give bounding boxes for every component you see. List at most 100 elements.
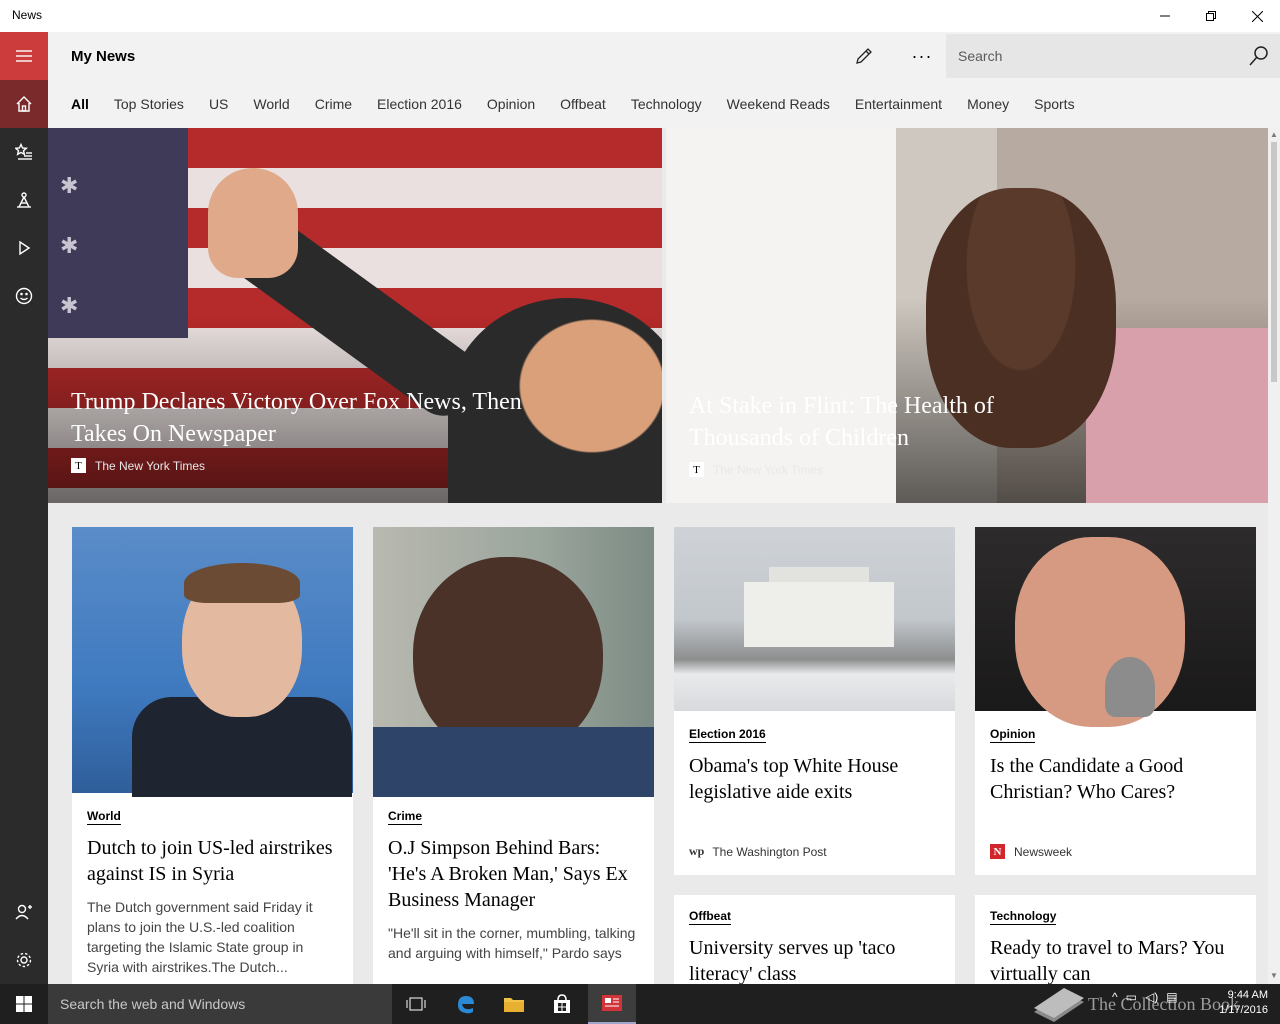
tab-opinion[interactable]: Opinion	[487, 96, 535, 112]
hamburger-icon	[16, 50, 32, 62]
tab-sports[interactable]: Sports	[1034, 96, 1074, 112]
story-image	[373, 527, 654, 797]
page-title: My News	[71, 48, 136, 65]
hero-source: T The New York Times	[689, 462, 1069, 477]
vertical-scrollbar[interactable]: ▲ ▼	[1268, 128, 1280, 984]
story-title: Ready to travel to Mars? You virtually c…	[990, 937, 1225, 984]
news-feed: ✱ ✱ ✱ Trump Declares Victory Over Fox News…	[48, 128, 1272, 984]
app-title: News	[12, 8, 43, 22]
story-source: wp The Washington Post	[689, 844, 827, 859]
tab-technology[interactable]: Technology	[631, 96, 702, 112]
source-name: Newsweek	[1014, 844, 1073, 859]
book-icon	[1034, 988, 1084, 1022]
source-name: The Washington Post	[712, 844, 827, 859]
search-icon[interactable]	[1248, 45, 1270, 67]
emoji-icon	[15, 287, 33, 305]
story-category[interactable]: Opinion	[990, 727, 1036, 743]
title-bar: News	[0, 0, 1280, 32]
file-explorer-button[interactable]	[490, 984, 538, 1024]
story-title: University serves up 'taco literacy' cla…	[689, 937, 896, 984]
clock-date: 1/17/2016	[1219, 1004, 1268, 1016]
story-description: The Dutch government said Friday it plan…	[87, 899, 313, 975]
more-icon: ···	[911, 45, 933, 66]
news-app-button[interactable]	[588, 984, 636, 1024]
nav-feedback[interactable]	[0, 272, 48, 320]
taskbar-search-input[interactable]	[48, 984, 392, 1024]
scroll-up-icon[interactable]: ▲	[1270, 130, 1278, 139]
hero-title: Trump Declares Victory Over Fox News, Th…	[71, 389, 522, 447]
edit-button[interactable]	[846, 42, 882, 70]
story-category[interactable]: Election 2016	[689, 727, 766, 743]
folder-icon	[504, 998, 524, 1012]
scroll-thumb[interactable]	[1271, 142, 1277, 382]
story-title: Obama's top White House legislative aide…	[689, 755, 899, 803]
story-title: Dutch to join US-led airstrikes against …	[87, 837, 333, 885]
volume-icon[interactable]: ◁)	[1145, 990, 1158, 1004]
hero-story[interactable]: ✱ ✱ ✱ Trump Declares Victory Over Fox News…	[48, 128, 662, 503]
tab-weekend-reads[interactable]: Weekend Reads	[727, 96, 830, 112]
story-card[interactable]: Offbeat University serves up 'taco liter…	[674, 895, 955, 984]
story-category[interactable]: Offbeat	[689, 909, 731, 925]
nav-video[interactable]	[0, 224, 48, 272]
nav-account[interactable]	[0, 888, 48, 936]
store-button[interactable]	[538, 984, 586, 1024]
story-title: Is the Candidate a Good Christian? Who C…	[990, 755, 1184, 803]
tab-offbeat[interactable]: Offbeat	[560, 96, 606, 112]
tab-money[interactable]: Money	[967, 96, 1009, 112]
favorites-icon	[15, 143, 32, 160]
task-view-icon	[406, 997, 426, 1011]
category-tabs: All Top Stories US World Crime Election …	[71, 96, 1100, 112]
nav-interests[interactable]	[0, 128, 48, 176]
start-button[interactable]	[0, 984, 48, 1024]
tab-all[interactable]: All	[71, 96, 89, 112]
tab-election-2016[interactable]: Election 2016	[377, 96, 462, 112]
network-icon[interactable]: ▭	[1126, 990, 1137, 1004]
close-icon	[1251, 10, 1263, 22]
tab-us[interactable]: US	[209, 96, 228, 112]
story-category[interactable]: Technology	[990, 909, 1057, 925]
story-card[interactable]: Opinion Is the Candidate a Good Christia…	[975, 527, 1256, 875]
more-button[interactable]: ···	[904, 42, 940, 70]
nav-home[interactable]	[0, 80, 48, 128]
close-button[interactable]	[1234, 0, 1280, 32]
tab-top-stories[interactable]: Top Stories	[114, 96, 184, 112]
scroll-down-icon[interactable]: ▼	[1270, 971, 1278, 980]
tab-world[interactable]: World	[253, 96, 289, 112]
story-title: O.J Simpson Behind Bars: 'He's A Broken …	[388, 837, 628, 911]
pencil-icon	[856, 48, 872, 64]
chevron-up-icon[interactable]: ^	[1112, 990, 1118, 1004]
hamburger-button[interactable]	[0, 32, 48, 80]
story-source: N Newsweek	[990, 844, 1072, 859]
clock[interactable]: 9:44 AM 1/17/2016	[1212, 988, 1268, 1018]
task-view-button[interactable]	[392, 984, 440, 1024]
story-card[interactable]: Election 2016 Obama's top White House le…	[674, 527, 955, 875]
hero-story[interactable]: At Stake in Flint: The Health of Thousan…	[666, 128, 1268, 503]
taskbar: The Collection Book ^ ▭ ◁) ▤ 9:44 AM 1/1…	[0, 984, 1280, 1024]
tab-crime[interactable]: Crime	[315, 96, 352, 112]
washington-post-logo-icon: wp	[689, 844, 705, 858]
story-card[interactable]: Technology Ready to travel to Mars? You …	[975, 895, 1256, 984]
search-input[interactable]	[946, 34, 1236, 78]
minimize-button[interactable]	[1142, 0, 1188, 32]
windows-logo-icon	[16, 996, 32, 1012]
story-image	[975, 527, 1256, 727]
story-category[interactable]: Crime	[388, 809, 423, 825]
notifications-icon[interactable]: ▤	[1166, 990, 1177, 1004]
story-card[interactable]: Crime O.J Simpson Behind Bars: 'He's A B…	[373, 527, 654, 984]
local-icon	[17, 192, 31, 208]
story-card[interactable]: World Dutch to join US-led airstrikes ag…	[72, 527, 353, 984]
edge-button[interactable]	[442, 984, 490, 1024]
story-category[interactable]: World	[87, 809, 121, 825]
nav-settings[interactable]	[0, 936, 48, 984]
app-header: My News ··· All Top Stories US World Cri…	[48, 32, 1280, 128]
source-name: The New York Times	[713, 462, 824, 477]
restore-button[interactable]	[1188, 0, 1234, 32]
store-icon	[554, 994, 570, 1013]
account-icon	[15, 904, 32, 920]
minimize-icon	[1160, 15, 1170, 17]
nav-rail	[0, 32, 48, 984]
story-image	[674, 527, 955, 711]
tab-entertainment[interactable]: Entertainment	[855, 96, 942, 112]
video-icon	[19, 240, 31, 256]
nav-local[interactable]	[0, 176, 48, 224]
